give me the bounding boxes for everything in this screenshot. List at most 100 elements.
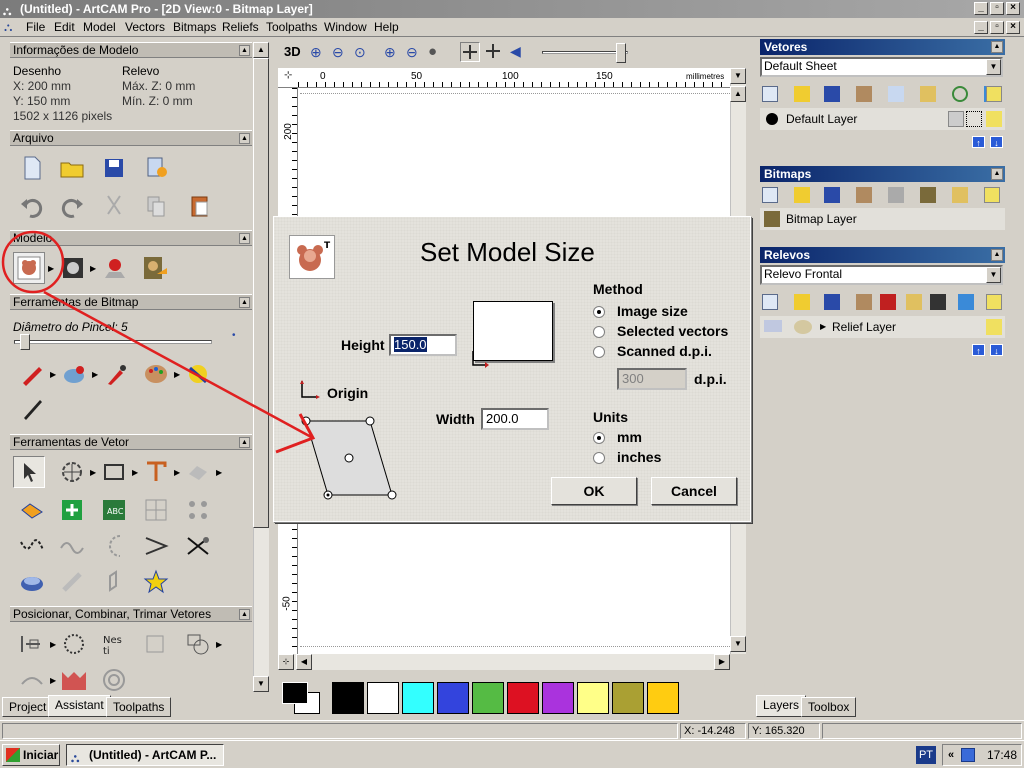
paint-pencil-icon[interactable] [16,358,48,390]
dropdown-arrow-icon[interactable]: ▶ [92,370,98,379]
cut-icon[interactable] [98,190,130,222]
array-icon[interactable] [182,494,214,526]
menu-edit[interactable]: Edit [54,20,75,34]
color-swatch[interactable] [437,682,469,714]
open-layer-icon[interactable] [794,187,810,203]
vetores-header[interactable]: Vetores ▲ [760,39,1005,55]
close-vectors-icon[interactable] [56,494,88,526]
save-layer-icon[interactable] [824,187,840,203]
doc-icon[interactable]: ⛬ [4,20,12,35]
copy-layer-icon[interactable] [856,86,872,102]
current-colors[interactable] [280,680,324,716]
collapse-icon[interactable]: ▲ [239,45,250,56]
view-slider-track[interactable] [542,51,628,54]
star-icon[interactable] [140,566,172,598]
pen-icon[interactable] [16,392,48,424]
set-model-size-icon[interactable] [13,252,45,284]
menu-model[interactable]: Model [83,20,116,34]
close-button[interactable]: × [1006,2,1020,15]
vector-art-icon[interactable] [182,456,214,488]
taskbar-artcam-button[interactable]: ⛬ (Untitled) - ArtCAM P... [66,744,224,766]
vector-sheet-dropdown[interactable]: Default Sheet ▼ [760,57,1003,77]
color-swatch[interactable] [577,682,609,714]
relief-shape-icon[interactable] [16,566,48,598]
color-swatch[interactable] [402,682,434,714]
layer-props-icon[interactable] [906,294,922,310]
color-swatch[interactable] [472,682,504,714]
new-layer-icon[interactable] [762,294,778,310]
dropdown-arrow-icon[interactable]: ▶ [90,264,96,273]
align-icon[interactable] [16,628,48,660]
scroll-right-button[interactable]: ▶ [714,654,730,670]
new-layer-icon[interactable] [762,187,778,203]
rotate-vectors-icon[interactable] [58,628,90,660]
undo-icon[interactable] [16,190,48,222]
snap-objects-icon[interactable] [484,42,504,62]
bitmaps-header[interactable]: Bitmaps ▲ [760,166,1005,182]
units-inches-label[interactable]: inches [617,449,661,465]
open-layer-icon[interactable] [794,86,810,102]
scale-model-icon[interactable] [57,252,89,284]
minimize-button[interactable]: _ [974,2,988,15]
cancel-button[interactable]: Cancel [651,477,737,505]
move-layer-down-icon[interactable]: ↓ [990,136,1003,148]
toggle-view-icon[interactable]: ◀ [510,43,521,60]
fit-grid-icon[interactable] [140,494,172,526]
menu-help[interactable]: Help [374,20,399,34]
tab-layers[interactable]: Layers [756,695,807,717]
spin-icon[interactable] [98,566,130,598]
zoom-fit-icon[interactable]: ⊕ [384,44,396,61]
doc-restore-button[interactable]: ▫ [990,21,1004,34]
select-arrow-icon[interactable] [13,456,45,488]
texture-icon[interactable] [58,664,90,696]
extrude-icon[interactable] [56,566,88,598]
palette-icon[interactable] [140,358,172,390]
collapse-icon[interactable]: ▲ [239,233,250,244]
dropdown-arrow-icon[interactable]: ▶ [216,640,222,649]
move-layer-up-icon[interactable]: ↑ [972,136,985,148]
copy-layer-icon[interactable] [856,294,872,310]
relief-mode-icon[interactable] [794,320,812,334]
paste-icon[interactable] [184,190,216,222]
brush-slider-thumb[interactable] [20,334,30,350]
dropdown-arrow-icon[interactable]: ▶ [174,370,180,379]
tab-toolbox[interactable]: Toolbox [801,697,857,717]
tab-project[interactable]: Project [2,697,54,717]
rectangle-icon[interactable] [98,456,130,488]
color-swatch[interactable] [332,682,364,714]
open-layer-icon[interactable] [794,294,810,310]
pen-tool-icon[interactable] [966,111,982,127]
dropdown-arrow-icon[interactable]: ▶ [132,468,138,477]
tab-assistant[interactable]: Assistant [48,695,111,717]
dropdown-arrow-icon[interactable]: ▶ [50,676,56,685]
wizard-icon[interactable] [140,152,172,184]
tray-expand-icon[interactable]: « [948,745,954,765]
fill-icon[interactable] [58,358,90,390]
menu-vectors[interactable]: Vectors [125,20,165,34]
vector-tools-header[interactable]: Ferramentas de Vetor ▲ [10,434,252,450]
maximize-button[interactable]: ▫ [990,2,1004,15]
copy-layer-icon[interactable] [856,187,872,203]
dropdown-arrow-icon[interactable]: ▶ [48,264,54,273]
units-mm-radio[interactable] [593,432,605,444]
zoom-in-icon[interactable]: ⊕ [310,44,322,61]
scroll-down-button[interactable]: ▼ [730,636,746,652]
view-slider-thumb[interactable] [616,43,627,63]
menu-file[interactable]: File [26,20,45,34]
network-icon[interactable] [961,748,975,762]
scroll-thumb[interactable] [253,58,269,528]
lightbulb-icon[interactable] [984,187,1000,203]
width-field[interactable]: 200.0 [481,408,549,430]
lock-icon[interactable] [948,111,964,127]
lightbulb-icon[interactable] [986,111,1002,127]
view-3d-button[interactable]: 3D [284,44,301,59]
height-field[interactable]: 150.0 [389,334,457,356]
menu-reliefs[interactable]: Reliefs [222,20,259,34]
bitmap-to-vector-icon[interactable] [182,358,214,390]
color-swatch[interactable] [612,682,644,714]
menu-bitmaps[interactable]: Bitmaps [173,20,216,34]
offset-icon[interactable] [98,530,130,562]
color-picker-icon[interactable] [100,358,132,390]
dropdown-arrow-icon[interactable]: ▶ [50,640,56,649]
layer-props-icon[interactable] [920,86,936,102]
